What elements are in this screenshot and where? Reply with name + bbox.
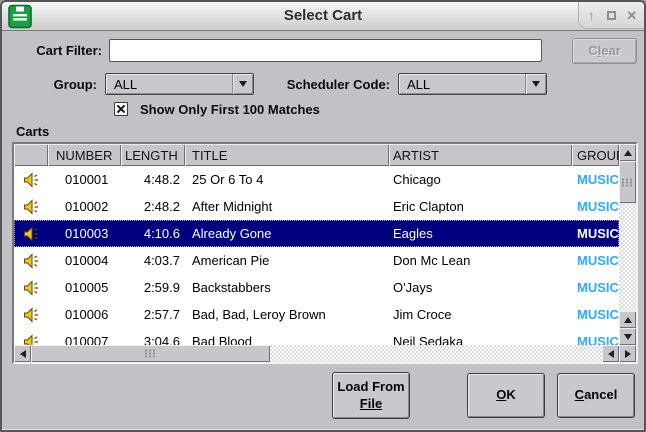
- select-cart-dialog: Select Cart ↑ ✕ Cart Filter: Clear Group…: [0, 0, 646, 432]
- load-from-file-button[interactable]: Load From File: [332, 372, 410, 419]
- group-cell: MUSIC: [572, 193, 619, 220]
- artist-cell: Eric Clapton: [389, 193, 572, 220]
- vertical-scrollbar-thumb[interactable]: [619, 161, 636, 203]
- speaker-icon: [14, 274, 48, 301]
- scroll-down-icon[interactable]: [619, 328, 636, 345]
- length-cell: 4:48.2: [121, 166, 185, 193]
- clear-button[interactable]: Clear: [572, 38, 637, 64]
- artist-cell: Eagles: [389, 220, 572, 247]
- scroll-right-icon[interactable]: [619, 345, 636, 362]
- table-row[interactable]: 0100062:57.7Bad, Bad, Leroy BrownJim Cro…: [14, 301, 619, 328]
- table-row[interactable]: 0100022:48.2After MidnightEric ClaptonMU…: [14, 193, 619, 220]
- artist-cell: Jim Croce: [389, 301, 572, 328]
- scheduler-select[interactable]: ALL: [398, 73, 547, 95]
- column-header-number[interactable]: NUMBER: [48, 144, 121, 166]
- speaker-icon: [14, 301, 48, 328]
- scroll-left-icon[interactable]: [14, 345, 31, 362]
- group-select-value: ALL: [106, 77, 232, 92]
- cart-filter-input[interactable]: [109, 39, 542, 62]
- window-controls: ↑ ✕: [578, 2, 644, 29]
- speaker-icon: [14, 247, 48, 274]
- group-cell: MUSIC: [572, 301, 619, 328]
- title-cell: After Midnight: [185, 193, 389, 220]
- scheduler-select-value: ALL: [399, 77, 525, 92]
- chevron-down-icon: [232, 74, 253, 94]
- scroll-left-icon[interactable]: [602, 345, 619, 362]
- show-first-100-checkbox[interactable]: [114, 102, 128, 116]
- group-cell: MUSIC: [572, 328, 619, 345]
- scroll-up-icon[interactable]: [619, 144, 636, 161]
- shade-icon[interactable]: ↑: [583, 7, 599, 23]
- cart-table-header: NUMBER LENGTH TITLE ARTIST GROUP: [14, 144, 619, 166]
- carts-section-label: Carts: [16, 124, 49, 139]
- table-row[interactable]: 0100073:04.6Bad BloodNeil SedakaMUSIC: [14, 328, 619, 345]
- title-cell: Backstabbers: [185, 274, 389, 301]
- group-cell: MUSIC: [572, 220, 619, 247]
- group-select[interactable]: ALL: [105, 73, 254, 95]
- group-label: Group:: [2, 77, 97, 92]
- title-cell: Bad, Bad, Leroy Brown: [185, 301, 389, 328]
- ok-button[interactable]: OK: [467, 373, 545, 418]
- column-header-icon[interactable]: [14, 144, 48, 166]
- cart-number-cell: 010004: [48, 247, 121, 274]
- cart-filter-label: Cart Filter:: [2, 43, 102, 58]
- cart-table-grid: NUMBER LENGTH TITLE ARTIST GROUP 0100014…: [14, 144, 619, 345]
- group-cell: MUSIC: [572, 166, 619, 193]
- length-cell: 4:03.7: [121, 247, 185, 274]
- horizontal-scrollbar-thumb[interactable]: [31, 345, 270, 362]
- column-header-length[interactable]: LENGTH: [121, 144, 185, 166]
- cart-number-cell: 010006: [48, 301, 121, 328]
- length-cell: 3:04.6: [121, 328, 185, 345]
- speaker-icon: [14, 193, 48, 220]
- cart-number-cell: 010001: [48, 166, 121, 193]
- column-header-artist[interactable]: ARTIST: [389, 144, 572, 166]
- speaker-icon: [14, 328, 48, 345]
- cart-table: NUMBER LENGTH TITLE ARTIST GROUP 0100014…: [12, 142, 638, 364]
- table-row[interactable]: 0100014:48.225 Or 6 To 4ChicagoMUSIC: [14, 166, 619, 193]
- chevron-down-icon: [525, 74, 546, 94]
- scheduler-code-label: Scheduler Code:: [252, 77, 390, 92]
- title-bar[interactable]: Select Cart ↑ ✕: [2, 2, 644, 31]
- length-cell: 2:57.7: [121, 301, 185, 328]
- scroll-up-icon[interactable]: [619, 311, 636, 328]
- cart-number-cell: 010002: [48, 193, 121, 220]
- speaker-icon: [14, 220, 48, 247]
- column-header-title[interactable]: TITLE: [185, 144, 389, 166]
- length-cell: 4:10.6: [121, 220, 185, 247]
- table-row[interactable]: 0100034:10.6Already GoneEaglesMUSIC: [14, 220, 619, 247]
- horizontal-scrollbar[interactable]: [14, 345, 636, 362]
- cart-number-cell: 010005: [48, 274, 121, 301]
- title-cell: Already Gone: [185, 220, 389, 247]
- close-icon[interactable]: ✕: [624, 7, 640, 23]
- artist-cell: Neil Sedaka: [389, 328, 572, 345]
- cart-number-cell: 010003: [48, 220, 121, 247]
- cart-table-body: 0100014:48.225 Or 6 To 4ChicagoMUSIC0100…: [14, 166, 619, 345]
- title-cell: 25 Or 6 To 4: [185, 166, 389, 193]
- speaker-icon: [14, 166, 48, 193]
- title-cell: Bad Blood: [185, 328, 389, 345]
- cancel-button[interactable]: Cancel: [557, 373, 635, 418]
- artist-cell: Chicago: [389, 166, 572, 193]
- cart-number-cell: 010007: [48, 328, 121, 345]
- length-cell: 2:59.9: [121, 274, 185, 301]
- maximize-icon[interactable]: [604, 7, 620, 23]
- artist-cell: O'Jays: [389, 274, 572, 301]
- window-title: Select Cart: [2, 7, 644, 24]
- title-cell: American Pie: [185, 247, 389, 274]
- show-first-100-label: Show Only First 100 Matches: [140, 102, 320, 117]
- group-cell: MUSIC: [572, 247, 619, 274]
- table-row[interactable]: 0100052:59.9BackstabbersO'JaysMUSIC: [14, 274, 619, 301]
- artist-cell: Don Mc Lean: [389, 247, 572, 274]
- group-cell: MUSIC: [572, 274, 619, 301]
- vertical-scrollbar[interactable]: [619, 144, 636, 345]
- length-cell: 2:48.2: [121, 193, 185, 220]
- table-row[interactable]: 0100044:03.7American PieDon Mc LeanMUSIC: [14, 247, 619, 274]
- column-header-group[interactable]: GROUP: [572, 144, 619, 166]
